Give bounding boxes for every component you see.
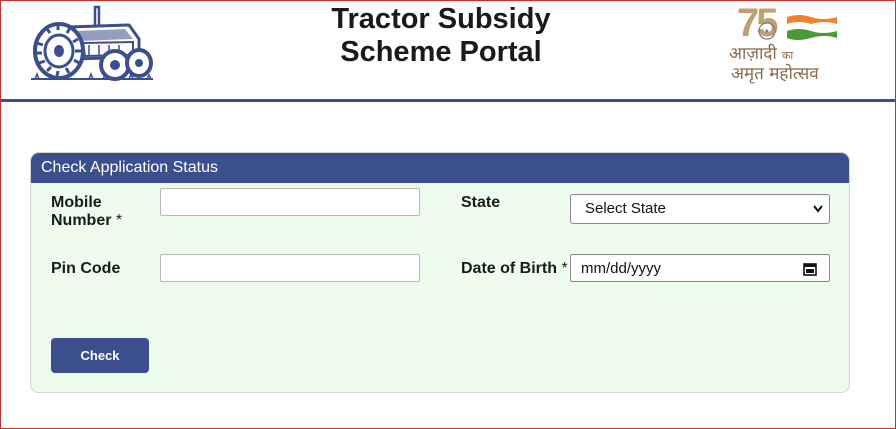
tractor-logo-icon xyxy=(31,5,153,81)
title-line-1: Tractor Subsidy xyxy=(331,3,551,35)
mobile-label-line-2: Number * xyxy=(51,212,122,230)
site-header: Tractor Subsidy Scheme Portal 75 आज़ादी … xyxy=(1,1,895,99)
header-divider xyxy=(1,99,895,102)
mobile-label-line-1: Mobile xyxy=(51,194,102,211)
azadi-text-line-2: अमृत महोत्सव xyxy=(731,64,819,84)
pin-code-label: Pin Code xyxy=(51,260,121,277)
dob-placeholder: mm/dd/yyyy xyxy=(581,260,662,277)
title-line-2: Scheme Portal xyxy=(340,36,542,68)
check-status-panel: Check Application Status Mobile Number *… xyxy=(30,152,850,393)
mobile-label-text: Number xyxy=(51,212,112,229)
mobile-number-input[interactable] xyxy=(160,188,420,216)
check-button[interactable]: Check xyxy=(51,338,149,373)
date-of-birth-input[interactable]: mm/dd/yyyy xyxy=(570,254,830,282)
pin-code-input[interactable] xyxy=(160,254,420,282)
chevron-down-icon xyxy=(813,205,823,213)
state-label: State xyxy=(461,194,501,211)
state-select[interactable]: Select State xyxy=(570,194,830,224)
page-title: Tractor Subsidy Scheme Portal xyxy=(281,3,601,69)
mobile-number-label: Mobile Number * xyxy=(51,194,122,230)
required-mark: * xyxy=(115,212,123,229)
state-select-value: Select State xyxy=(585,200,666,217)
calendar-icon[interactable] xyxy=(803,262,817,276)
chakra-icon xyxy=(758,22,776,40)
flag-icon xyxy=(787,15,837,40)
required-mark: * xyxy=(561,260,568,277)
panel-heading: Check Application Status xyxy=(31,153,849,183)
date-of-birth-label: Date of Birth * xyxy=(461,260,568,278)
dob-label-text: Date of Birth xyxy=(461,260,557,277)
azadi-ka-amrit-mahotsav-logo: 75 आज़ादी का अमृत महोत्सव xyxy=(727,1,857,85)
